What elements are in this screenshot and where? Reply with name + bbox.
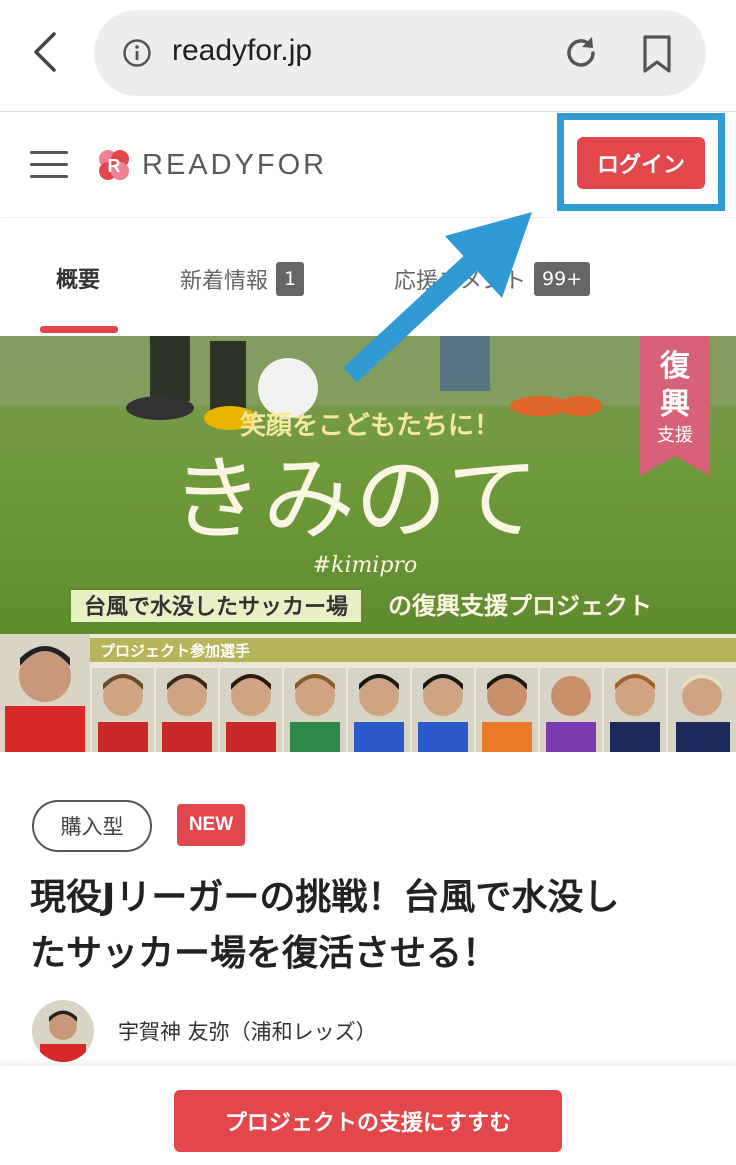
hamburger-menu-icon[interactable] [30,151,68,179]
project-title-line: 現役Jリーガーの挑戦！台風で水没し [30,877,620,918]
ribbon-text: 興 [660,387,690,422]
svg-text:R: R [108,156,121,176]
ribbon-text: 復 [659,349,691,384]
tab-overview[interactable]: 概要 [56,262,100,294]
site-header: R READYFOR ログイン [0,113,736,217]
hero-hashtag: #kimipro [313,553,418,578]
hero-tagline: 笑顔をこどもたちに！ [240,410,500,441]
tab-badge: 99+ [534,262,591,296]
project-title-line: たサッカー場を復活させる！ [30,933,499,974]
browser-bar: readyfor.jp [0,0,736,112]
tab-label: 応援コメント [394,269,527,294]
site-logo[interactable]: R READYFOR [96,147,327,183]
login-button[interactable]: ログイン [577,137,705,189]
bottom-action-bar: プロジェクトの支援にすすむ [0,1066,736,1165]
tab-label: 新着情報 [180,269,269,294]
bookmark-icon[interactable] [640,34,674,74]
player-portraits [92,668,736,752]
chevron-left-icon[interactable] [28,30,68,74]
avatar[interactable] [32,1000,94,1062]
address-bar[interactable]: readyfor.jp [94,10,706,96]
project-tabs: 概要 新着情報 1 応援コメント 99+ [0,218,736,336]
funding-type-tag: 購入型 [32,800,152,852]
new-badge: NEW [177,804,245,846]
support-project-button[interactable]: プロジェクトの支援にすすむ [174,1090,562,1152]
tab-badge: 1 [276,262,305,296]
project-author[interactable]: 宇賀神 友弥（浦和レッズ） [32,1000,377,1062]
hero-image: 復 興 支援 笑顔をこどもたちに！ きみのて #kimipro 台風で水没したサ… [0,336,736,752]
tab-comments[interactable]: 応援コメント 99+ [394,262,591,296]
hero-subtitle: の復興支援プロジェクト [388,591,652,620]
info-icon[interactable] [122,38,152,68]
active-tab-indicator [40,326,118,333]
hero-players-label: プロジェクト参加選手 [100,642,250,660]
readyfor-logo-icon: R [99,150,129,180]
ribbon-text: 支援 [657,425,693,446]
author-name[interactable]: 宇賀神 友弥（浦和レッズ） [118,1016,377,1046]
hero-main-title: きみのて [171,446,539,553]
reload-icon[interactable] [562,34,600,72]
project-title: 現役Jリーガーの挑戦！台風で水没し たサッカー場を復活させる！ [30,870,710,982]
tab-label: 概要 [56,268,101,293]
hero-subtitle-boxed: 台風で水没したサッカー場 [84,594,348,620]
url-text[interactable]: readyfor.jp [172,34,312,68]
tab-news[interactable]: 新着情報 1 [180,262,305,296]
logo-text: READYFOR [142,148,328,181]
